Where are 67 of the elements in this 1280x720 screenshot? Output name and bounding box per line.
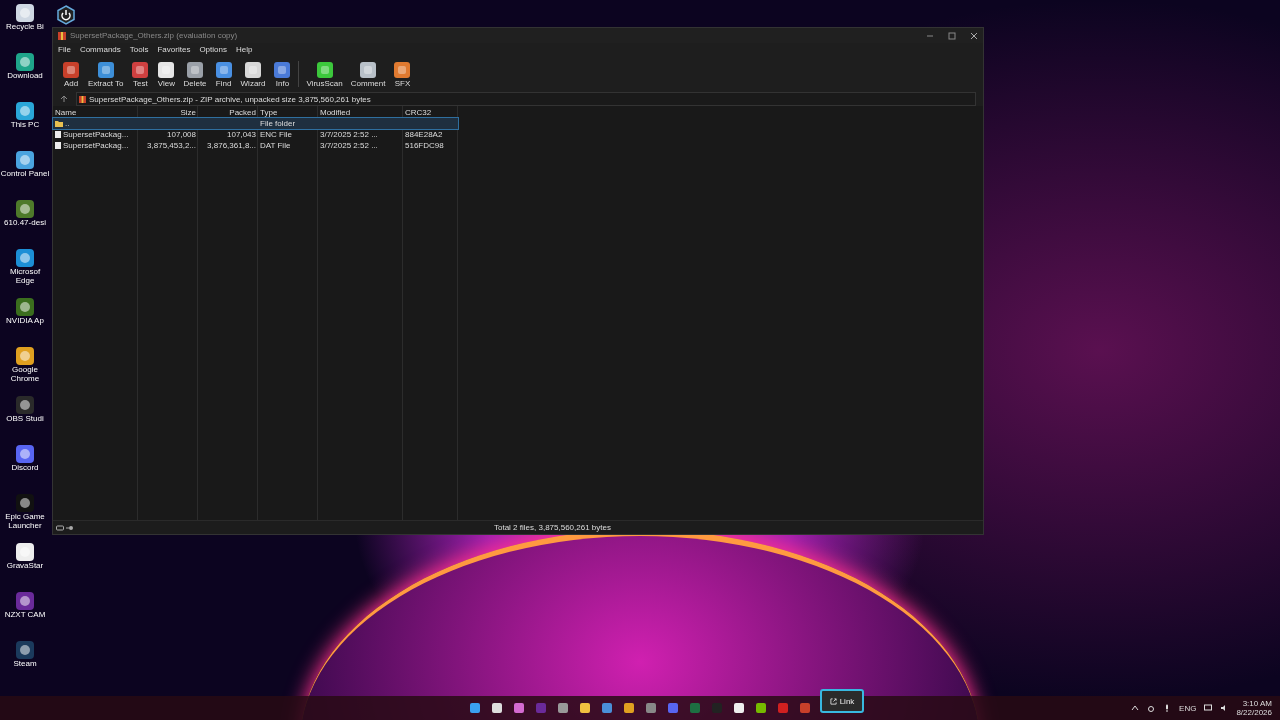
menu-item[interactable]: File bbox=[58, 45, 71, 54]
column-header[interactable]: Packed bbox=[198, 107, 258, 117]
table-cell: 3,875,453,2... bbox=[147, 141, 196, 150]
desktop-icon-label[interactable]: Microsof Edge bbox=[0, 268, 50, 286]
column-header[interactable]: Name bbox=[53, 107, 138, 117]
table-cell: .. bbox=[65, 119, 70, 128]
table-cell: ENC File bbox=[260, 130, 292, 139]
file-row[interactable]: SupersetPackag... 3,875,453,2... 3,876,361,8... DAT File 3/7/2025 2:52 ... 516FDC98 bbox=[53, 140, 458, 151]
power-hexagon-icon[interactable] bbox=[56, 5, 76, 25]
column-header[interactable]: CRC32 bbox=[403, 107, 458, 117]
table-cell: 107,043 bbox=[227, 130, 256, 139]
menu-item[interactable]: Options bbox=[199, 45, 227, 54]
table-cell: 107,008 bbox=[167, 130, 196, 139]
toolbar-button[interactable]: Wizard bbox=[237, 59, 269, 89]
toolbar-button[interactable]: Add bbox=[59, 59, 83, 89]
window-title: SupersetPackage_Others.zip (evaluation copy) bbox=[70, 31, 238, 40]
toolbar-button[interactable]: View bbox=[154, 59, 179, 89]
table-cell: SupersetPackag... bbox=[63, 130, 129, 139]
desktop-icon-label[interactable]: GravaStar bbox=[0, 562, 50, 571]
menu-item[interactable]: Favorites bbox=[157, 45, 191, 54]
toolbar-button[interactable]: Info bbox=[270, 59, 295, 89]
desktop-icon-label[interactable]: NVIDIA Ap bbox=[0, 317, 50, 326]
desktop-icon-label[interactable]: Discord bbox=[0, 464, 50, 473]
link-button[interactable]: Link bbox=[820, 689, 864, 713]
toolbar-button[interactable]: VirusScan bbox=[303, 59, 346, 89]
toolbar-button[interactable]: Extract To bbox=[85, 59, 127, 89]
desktop-icon-label[interactable]: 610.47-desi bbox=[0, 219, 50, 228]
desktop-icon-label[interactable]: Epic Game Launcher bbox=[0, 513, 50, 531]
column-header[interactable]: Modified bbox=[318, 107, 403, 117]
desktop-icon-label[interactable]: Recycle Bi bbox=[0, 23, 50, 32]
desktop-icon-label[interactable]: NZXT CAM bbox=[0, 611, 50, 620]
table-cell: 3/7/2025 2:52 ... bbox=[320, 130, 378, 139]
maximize-icon[interactable] bbox=[948, 31, 956, 40]
external-link-icon bbox=[829, 697, 837, 705]
desktop-icon-label[interactable]: Steam bbox=[0, 660, 50, 669]
file-row[interactable]: .. File folder bbox=[53, 118, 458, 129]
menu-item[interactable]: Commands bbox=[79, 45, 121, 54]
toolbar-button[interactable]: Delete bbox=[180, 59, 210, 89]
table-cell: 3,876,361,8... bbox=[207, 141, 256, 150]
desktop-icon-label[interactable]: This PC bbox=[0, 121, 50, 130]
toolbar-button[interactable]: SFX bbox=[390, 59, 415, 89]
language-indicator[interactable]: ENG bbox=[1179, 703, 1197, 713]
table-cell: 516FDC98 bbox=[405, 141, 444, 150]
path-field[interactable]: SupersetPackage_Others.zip - ZIP archive, unpacked size 3,875,560,261 bytes bbox=[76, 92, 976, 106]
chevron-up-icon[interactable] bbox=[1131, 704, 1140, 712]
desktop-icon-label[interactable]: Google Chrome bbox=[0, 366, 50, 384]
column-header[interactable]: Type bbox=[258, 107, 318, 117]
desktop-icon-label[interactable]: Download bbox=[0, 72, 50, 81]
status-text: Total 2 files, 3,875,560,261 bytes bbox=[494, 523, 611, 532]
up-arrow-icon[interactable] bbox=[60, 95, 68, 103]
menu-item[interactable]: Tools bbox=[129, 45, 149, 54]
menu-item[interactable]: Help bbox=[235, 45, 253, 54]
toolbar-button[interactable]: Find bbox=[211, 59, 236, 89]
table-cell: 3/7/2025 2:52 ... bbox=[320, 141, 378, 150]
drive-key-icon bbox=[56, 524, 74, 531]
clock[interactable]: 3:10 AM 8/22/2026 bbox=[1236, 699, 1272, 717]
table-cell: 884E28A2 bbox=[405, 130, 443, 139]
desktop-icon-label[interactable]: Control Panel bbox=[0, 170, 50, 179]
table-cell: SupersetPackag... bbox=[63, 141, 129, 150]
toolbar-button[interactable]: Comment bbox=[347, 59, 389, 89]
file-row[interactable]: SupersetPackag... 107,008 107,043 ENC File 3/7/2025 2:52 ... 884E28A2 bbox=[53, 129, 458, 140]
table-cell: DAT File bbox=[260, 141, 291, 150]
toolbar-button[interactable]: Test bbox=[128, 59, 153, 89]
table-cell: File folder bbox=[260, 119, 296, 128]
close-icon[interactable] bbox=[970, 31, 978, 40]
column-header[interactable]: Size bbox=[138, 107, 198, 117]
desktop-icon-label[interactable]: OBS Studi bbox=[0, 415, 50, 424]
